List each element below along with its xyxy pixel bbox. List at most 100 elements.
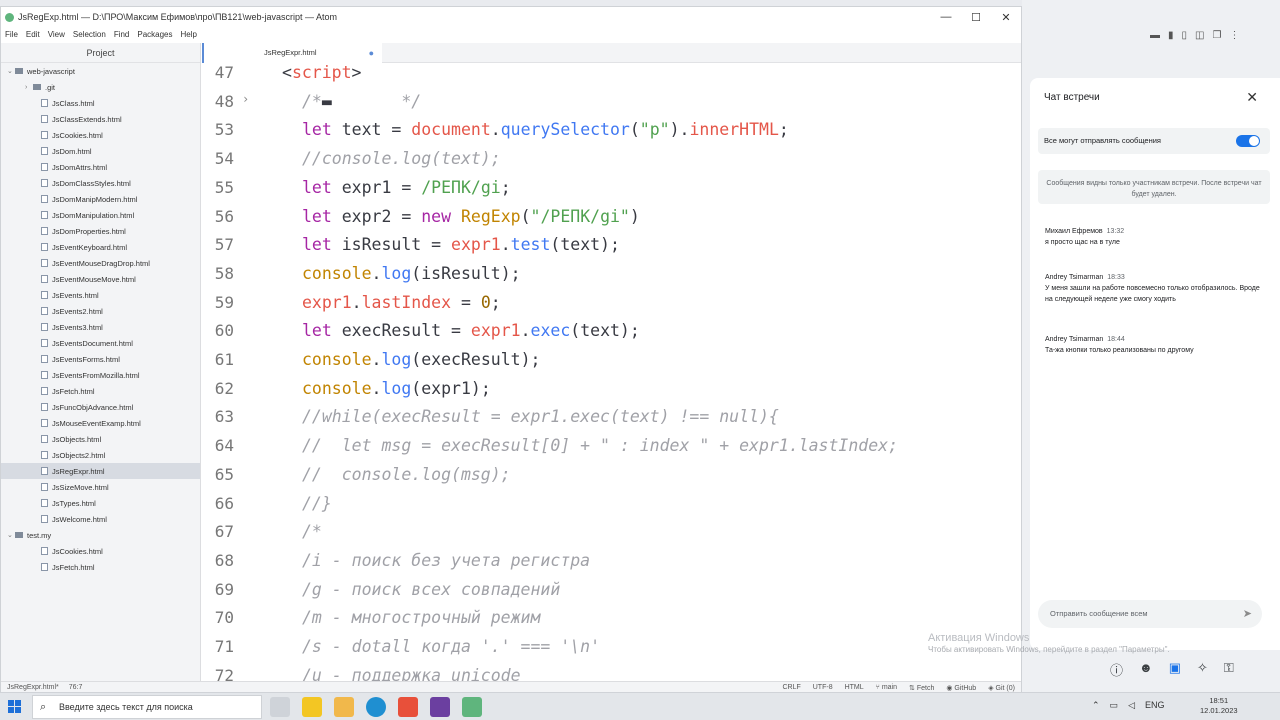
code-line[interactable]: 59 expr1.lastIndex = 0; [202,293,1021,321]
status-git[interactable]: ◈ Git (0) [988,684,1015,692]
menu-edit[interactable]: Edit [26,30,40,39]
code-line[interactable]: 61 console.log(execResult); [202,350,1021,378]
code-line[interactable]: 58 console.log(isResult); [202,264,1021,292]
menu-selection[interactable]: Selection [73,30,106,39]
code-line[interactable]: 48 › /*▬ */ [202,92,1021,120]
host-controls-icon[interactable]: ⚿ [1224,660,1234,679]
chevron-icon[interactable]: ⌄ [7,67,15,75]
code-line[interactable]: 64 // let msg = execResult[0] + " : index… [202,436,1021,464]
tree-file[interactable]: JsDomAttrs.html [1,159,200,175]
code-line[interactable]: 66 //} [202,494,1021,522]
close-icon[interactable]: ✕ [1246,89,1258,106]
code-line[interactable]: 65 // console.log(msg); [202,465,1021,493]
chat-input[interactable]: Отправить сообщение всем ➤ [1038,600,1262,628]
camera-icon[interactable]: ▬ [1150,30,1160,41]
code-line[interactable]: 71/s - dotall когда '.' === '\n' [202,637,1021,665]
code-line[interactable]: 67 /* [202,522,1021,550]
menu-find[interactable]: Find [114,30,130,39]
status-branch[interactable]: ⑂ main [876,684,897,692]
network-icon[interactable]: ▭ [1110,700,1119,711]
code-line[interactable]: 68/i - поиск без учета регистра [202,551,1021,579]
task-view-icon[interactable] [270,697,290,717]
people-icon[interactable]: ☻ [1139,660,1153,679]
status-grammar[interactable]: HTML [845,684,864,692]
fold-chevron-icon[interactable]: › [242,92,249,106]
atom-taskbar-icon[interactable] [462,697,482,717]
copy-icon[interactable]: ❐ [1212,30,1221,41]
tree-file[interactable]: JsObjects.html [1,431,200,447]
tree-folder[interactable]: ⌄ web-javascript [1,63,200,79]
status-encoding[interactable]: UTF-8 [813,684,833,692]
tree-file[interactable]: JsSizeMove.html [1,479,200,495]
menu-packages[interactable]: Packages [137,30,172,39]
tree-file[interactable]: JsRegExpr.html [1,463,200,479]
taskbar-search[interactable]: ⌕ Введите здесь текст для поиска [32,695,262,719]
language-indicator[interactable]: ENG [1145,700,1165,711]
menu-help[interactable]: Help [181,30,197,39]
github-desktop-icon[interactable] [430,697,450,717]
code-line[interactable]: 63 //while(execResult = expr1.exec(text) … [202,407,1021,435]
chevron-icon[interactable]: › [25,84,33,91]
maximize-icon[interactable]: ☐ [961,11,991,24]
tree-file[interactable]: JsEventMouseMove.html [1,271,200,287]
close-icon[interactable]: ✕ [991,11,1021,24]
code-line[interactable]: 72/u - поддержка unicode [202,666,1021,681]
tree-file[interactable]: JsFetch.html [1,559,200,575]
code-line[interactable]: 56 let expr2 = new RegExp("/РЕПК/gi") [202,207,1021,235]
pin-icon[interactable]: ▯ [1182,30,1188,41]
tray-up-icon[interactable]: ⌃ [1092,700,1100,711]
code-line[interactable]: 57 let isResult = expr1.test(text); [202,235,1021,263]
tree-file[interactable]: JsEventsForms.html [1,351,200,367]
info-icon[interactable]: ⓘ [1110,660,1123,679]
system-clock[interactable]: 18:51 12.01.2023 [1200,696,1238,716]
editor-pane[interactable]: JsRegExpr.html ● 47 <script> 48 ›/*▬ */53 le… [202,43,1021,681]
code-line[interactable]: 60 let execResult = expr1.exec(text); [202,321,1021,349]
permission-toggle[interactable] [1236,135,1260,147]
tree-folder[interactable]: ⌄ test.my [1,527,200,543]
tree-file[interactable]: JsEventsDocument.html [1,335,200,351]
activities-icon[interactable]: ✧ [1197,660,1208,679]
tree-file[interactable]: JsTypes.html [1,495,200,511]
yandex-icon[interactable] [398,697,418,717]
tree-file[interactable]: JsEventsFromMozilla.html [1,367,200,383]
tree-folder[interactable]: › .git [1,79,200,95]
code-line[interactable]: 70/m - многострочный режим [202,608,1021,636]
menu-view[interactable]: View [48,30,65,39]
tree-file[interactable]: JsFuncObjAdvance.html [1,399,200,415]
code-line[interactable]: 55 let expr1 = /РЕПК/gi; [202,178,1021,206]
code-line[interactable]: 53 let text = document.querySelector("p")… [202,120,1021,148]
tree-file[interactable]: JsEvents2.html [1,303,200,319]
tree-file[interactable]: JsObjects2.html [1,447,200,463]
tree-file[interactable]: JsEventMouseDragDrop.html [1,255,200,271]
store-icon[interactable] [302,697,322,717]
status-fetch[interactable]: ⇅ Fetch [909,684,934,692]
code-area[interactable]: 47 <script> 48 ›/*▬ */53 let text = document… [202,63,1021,681]
code-line[interactable]: 54 //console.log(text); [202,149,1021,177]
status-file[interactable]: JsRegExpr.html* [7,684,59,691]
layout-icon[interactable]: ◫ [1195,30,1204,41]
tree-file[interactable]: JsWelcome.html [1,511,200,527]
menu-file[interactable]: File [5,30,18,39]
more-icon[interactable]: ⋮ [1229,30,1239,41]
tree-file[interactable]: JsMouseEventExamp.html [1,415,200,431]
edge-icon[interactable] [366,697,386,717]
tree-file[interactable]: JsDomClassStyles.html [1,175,200,191]
tree-file[interactable]: JsClassExtends.html [1,111,200,127]
code-line[interactable]: 62 console.log(expr1); [202,379,1021,407]
minimize-icon[interactable]: — [931,11,961,24]
tree-file[interactable]: JsClass.html [1,95,200,111]
windows-start-icon[interactable] [8,700,22,714]
tree-file[interactable]: JsDomProperties.html [1,223,200,239]
send-icon[interactable]: ➤ [1243,600,1252,628]
tree-file[interactable]: JsDomManipModern.html [1,191,200,207]
tree-file[interactable]: JsFetch.html [1,383,200,399]
tree-file[interactable]: JsEvents3.html [1,319,200,335]
tree-file[interactable]: JsEventKeyboard.html [1,239,200,255]
tree-file[interactable]: JsDomManipulation.html [1,207,200,223]
chat-icon[interactable]: ▣ [1169,660,1181,679]
tree-file[interactable]: JsDom.html [1,143,200,159]
mic-icon[interactable]: ▮ [1168,30,1174,41]
chevron-icon[interactable]: ⌄ [7,531,15,539]
code-line[interactable]: 47 <script> [202,63,1021,91]
tab-jsregexpr[interactable]: JsRegExpr.html ● [202,43,382,63]
